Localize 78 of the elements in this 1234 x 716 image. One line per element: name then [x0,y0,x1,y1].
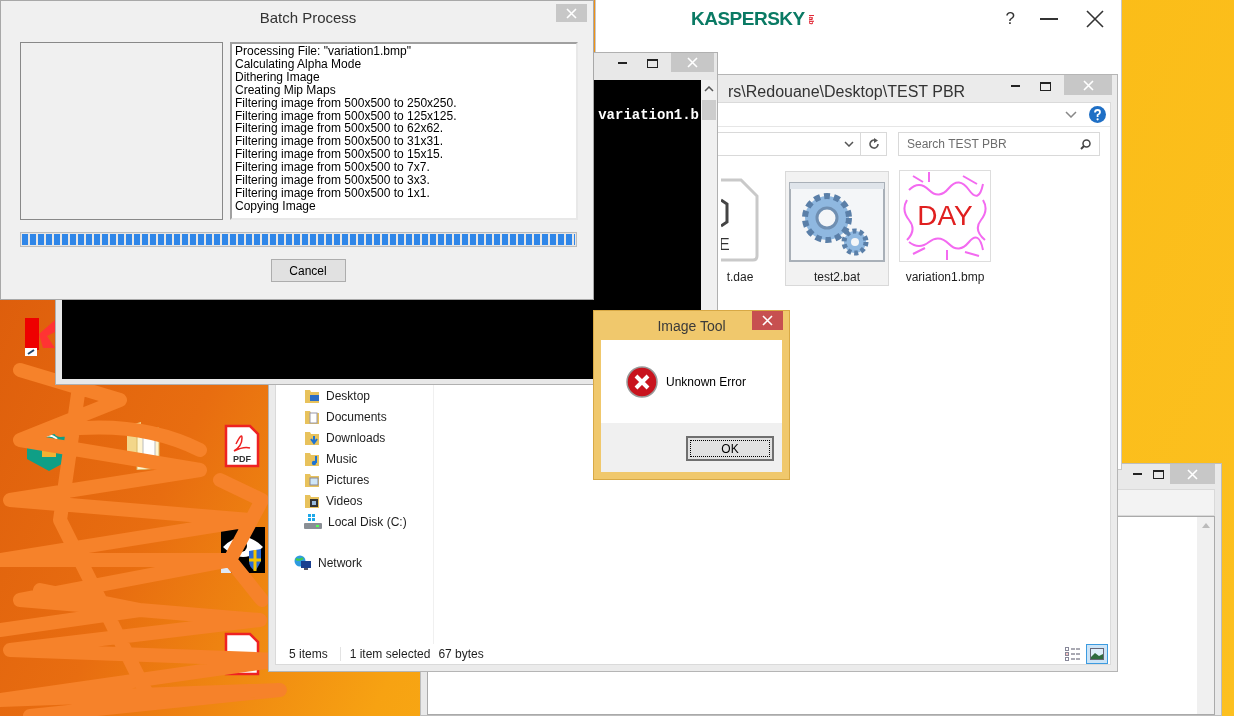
window-title: Batch Process [258,8,357,26]
log-line: Filtering image from 500x500 to 31x31. [235,135,445,149]
view-mode-button[interactable] [1086,644,1108,664]
desktop-folder-icon [304,387,320,404]
selection-size: 67 bytes [438,647,484,661]
documents-folder-icon [304,408,320,425]
close-icon [566,7,577,19]
minimize-icon [1132,473,1142,475]
error-message: Unknown Error [666,374,747,389]
dropdown-icon [844,141,854,147]
nav-item[interactable]: Downloads [326,430,386,445]
log-line: Filtering image from 500x500 to 1x1. [235,186,431,200]
help-icon [1089,106,1106,123]
search-field[interactable]: Search TEST PBR [898,132,1100,156]
help-button[interactable]: ? [1005,9,1015,29]
file-type-letter: E [721,236,730,253]
ribbon-expand-icon [1065,111,1077,118]
search-icon [1080,139,1091,150]
log-line: Filtering image from 500x500 to 62x62. [235,122,445,136]
close-icon [1086,10,1104,28]
gears-icon [789,182,885,262]
details-view-icon [1065,647,1081,661]
logo-text: KASPERSKY [691,8,805,30]
downloads-folder-icon [304,429,320,446]
log-line: Dithering Image [235,70,320,84]
close-icon [762,315,773,326]
log-line: Processing File: "variation1.bmp" [235,45,412,58]
cancel-button[interactable]: Cancel [270,259,346,282]
scroll-up-icon [704,86,714,92]
log-line: Filtering image from 500x500 to 250x250. [235,96,458,110]
drive-icon [304,513,322,530]
item-count: 5 items [289,647,328,661]
pdf-badge-text: PDF [233,454,251,464]
scroll-up-icon [1201,523,1210,528]
pictures-folder-icon [304,471,320,488]
file-name: test2.bat [814,270,860,284]
file-name: variation1.bmp [905,270,985,284]
file-item[interactable]: E t.dae [717,171,763,286]
window-title: rs\Redouane\Desktop\TEST PBR [728,83,966,101]
log-line: Filtering image from 500x500 to 125x125. [235,109,458,123]
selection-info: 1 item selected [349,647,431,661]
videos-folder-icon [304,492,320,509]
nav-item[interactable]: Music [326,451,358,466]
music-folder-icon [304,450,320,467]
nav-item[interactable]: Pictures [326,472,370,487]
log-line: Filtering image from 500x500 to 3x3. [235,174,431,187]
nav-item[interactable]: Documents [326,409,387,424]
nav-item[interactable]: Videos [326,493,363,508]
nav-item[interactable]: Network [318,555,362,570]
minimize-icon [617,62,627,64]
close-icon [1187,468,1198,480]
minimize-icon [1040,18,1058,20]
close-icon [687,57,698,68]
nav-item[interactable]: Local Disk (C:) [328,514,407,529]
dialog-title: Image Tool [657,317,726,334]
log-line: Filtering image from 500x500 to 15x15. [235,148,445,162]
maximize-icon [646,58,658,68]
large-icons-view-icon [1090,648,1104,660]
scroll-thumb[interactable] [702,100,716,120]
refresh-icon [867,138,880,150]
log-line: Filtering image from 500x500 to 7x7. [235,161,431,175]
file-name: t.dae [726,270,754,284]
ok-button[interactable]: OK [686,436,774,461]
file-item[interactable]: test2.bat [785,171,889,286]
nav-item[interactable]: Desktop [326,388,371,403]
log-line: Calculating Alpha Mode [235,57,362,71]
maximize-icon [1153,469,1164,479]
file-item[interactable]: DAY variation1.bmp [895,171,995,286]
console-text: variation1.b [598,107,699,123]
log-line: Creating Mip Maps [235,83,336,97]
app-shortcut-icon [25,318,57,356]
minimize-icon [1010,85,1020,87]
log-line: Copying Image [235,199,317,213]
network-icon [294,554,312,571]
thumbnail-text: DAY [917,200,973,231]
close-icon [1082,79,1094,91]
error-icon [626,365,658,398]
maximize-icon [1039,81,1051,91]
